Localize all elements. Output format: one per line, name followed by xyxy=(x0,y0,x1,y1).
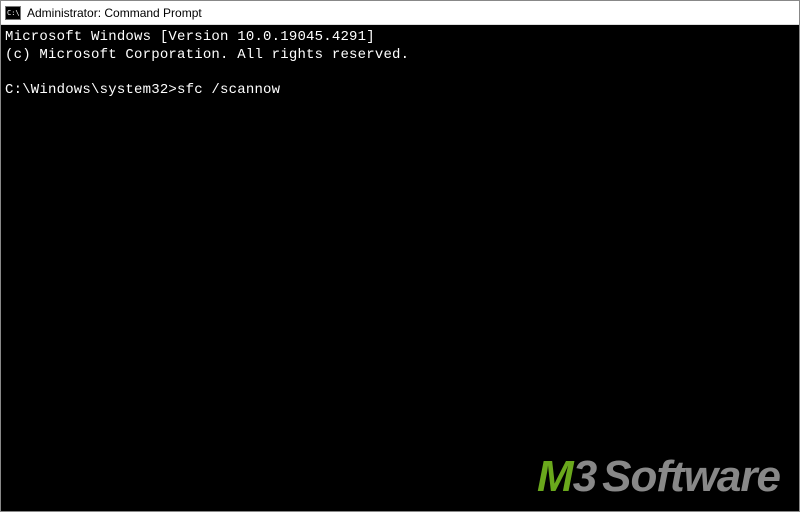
cmd-icon: C:\ xyxy=(5,6,21,20)
terminal-line: Microsoft Windows [Version 10.0.19045.42… xyxy=(5,29,375,45)
titlebar[interactable]: C:\ Administrator: Command Prompt xyxy=(1,1,799,25)
command-input[interactable]: sfc /scannow xyxy=(177,82,280,98)
window-title: Administrator: Command Prompt xyxy=(27,6,202,20)
prompt: C:\Windows\system32> xyxy=(5,82,177,98)
terminal-line: (c) Microsoft Corporation. All rights re… xyxy=(5,47,409,63)
terminal-area[interactable]: Microsoft Windows [Version 10.0.19045.42… xyxy=(1,25,799,511)
command-prompt-window: C:\ Administrator: Command Prompt Micros… xyxy=(0,0,800,512)
svg-text:C:\: C:\ xyxy=(7,9,20,17)
